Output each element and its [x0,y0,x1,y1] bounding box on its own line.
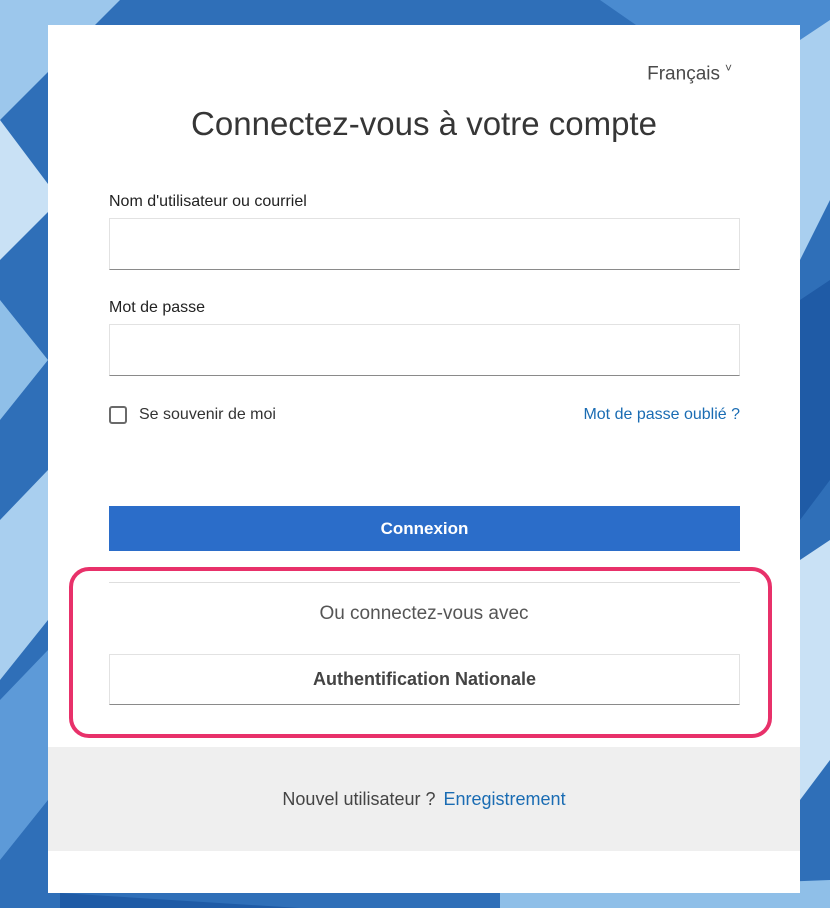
highlight-annotation [69,567,772,738]
language-label: Français [647,63,720,85]
new-user-prompt: Nouvel utilisateur ? [282,789,436,809]
remember-me-label: Se souvenir de moi [139,406,276,423]
alt-login-heading: Ou connectez-vous avec [319,603,529,624]
national-auth-button[interactable]: Authentification Nationale [109,654,740,705]
remember-me-checkbox[interactable] [109,406,127,424]
password-input[interactable] [109,324,740,376]
register-link[interactable]: Enregistrement [444,789,566,809]
registration-footer: Nouvel utilisateur ? Enregistrement [48,747,800,851]
divider [109,582,740,583]
username-input[interactable] [109,218,740,270]
chevron-down-icon: ˅ [724,61,732,75]
forgot-password-link[interactable]: Mot de passe oublié ? [583,406,740,424]
remember-me[interactable]: Se souvenir de moi [109,406,276,424]
page-title: Connectez-vous à votre compte [191,105,657,142]
username-label: Nom d'utilisateur ou courriel [109,193,307,210]
password-label: Mot de passe [109,299,206,316]
language-selector[interactable]: Français ˅ [647,61,732,85]
login-button[interactable]: Connexion [109,506,740,551]
login-card: Français ˅ Connectez-vous à votre compte … [48,25,800,893]
